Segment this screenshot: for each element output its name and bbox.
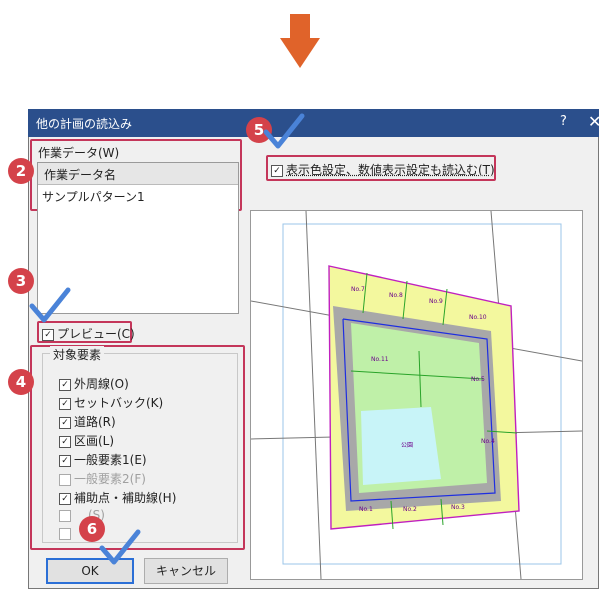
checkbox-auxiliary[interactable]: ✓ 補助点・補助線(H) bbox=[59, 489, 176, 506]
checkbox-icon: ✓ bbox=[59, 397, 71, 410]
dialog-titlebar[interactable]: 他の計画の読込み ? ✕ bbox=[28, 109, 599, 137]
checkbox-icon: ✓ bbox=[59, 454, 71, 467]
lot-label: No.1 bbox=[359, 506, 373, 513]
checkbox-label: 区画(L) bbox=[74, 434, 115, 448]
checkbox-lot[interactable]: ✓ 区画(L) bbox=[59, 432, 114, 449]
checkmark-icon bbox=[99, 529, 141, 565]
lot-label: No.9 bbox=[429, 298, 443, 305]
target-elements-title: 対象要素 bbox=[50, 346, 105, 363]
checkbox-icon bbox=[59, 527, 71, 540]
display-settings-checkbox[interactable]: ✓ 表示色設定、数値表示設定も読込む(T) bbox=[271, 161, 495, 178]
checkbox-general-1[interactable]: ✓ 一般要素1(E) bbox=[59, 451, 147, 468]
checkbox-icon bbox=[59, 473, 71, 486]
work-data-label: 作業データ(W) bbox=[38, 146, 120, 160]
down-arrow-icon bbox=[280, 14, 320, 68]
lot-label: No.10 bbox=[469, 314, 487, 321]
checkbox-label: 外周線(O) bbox=[74, 377, 129, 391]
checkbox-icon: ✓ bbox=[59, 378, 71, 391]
checkbox-label: 道路(R) bbox=[74, 415, 116, 429]
lot-label: No.11 bbox=[371, 356, 389, 363]
checkbox-icon: ✓ bbox=[59, 435, 71, 448]
lot-label: No.4 bbox=[481, 438, 495, 445]
checkbox-icon: ✓ bbox=[271, 164, 283, 177]
checkmark-icon bbox=[263, 113, 305, 149]
callout-badge: 4 bbox=[8, 369, 34, 395]
checkbox-general-2: 一般要素2(F) bbox=[59, 470, 146, 487]
checkbox-label: 一般要素1(E) bbox=[74, 453, 147, 467]
list-item[interactable]: サンプルパターン1 bbox=[38, 186, 238, 206]
help-button[interactable]: ? bbox=[560, 114, 567, 129]
cancel-button[interactable]: キャンセル bbox=[144, 558, 228, 584]
park-label: 公園 bbox=[401, 442, 413, 449]
plan-preview: No.7 No.8 No.9 No.10 No.11 No.5 No.4 No.… bbox=[250, 210, 583, 580]
preview-checkbox[interactable]: ✓ プレビュー(C) bbox=[42, 325, 135, 342]
close-button[interactable]: ✕ bbox=[588, 112, 599, 131]
lot-label: No.2 bbox=[403, 506, 417, 513]
lot-label: No.8 bbox=[389, 292, 403, 299]
checkbox-outline[interactable]: ✓ 外周線(O) bbox=[59, 375, 129, 392]
checkbox-icon: ✓ bbox=[59, 492, 71, 505]
callout-badge: 2 bbox=[8, 158, 34, 184]
display-settings-label: 表示色設定、数値表示設定も読込む(T) bbox=[286, 163, 495, 177]
checkbox-label: 補助点・補助線(H) bbox=[74, 491, 177, 505]
lot-label: No.7 bbox=[351, 286, 365, 293]
checkbox-road[interactable]: ✓ 道路(R) bbox=[59, 413, 116, 430]
checkbox-icon: ✓ bbox=[42, 328, 54, 341]
lot-label: No.3 bbox=[451, 504, 465, 511]
checkbox-icon bbox=[59, 509, 71, 522]
checkmark-icon bbox=[29, 287, 71, 323]
dialog-title: 他の計画の読込み bbox=[36, 117, 133, 131]
lot-label: No.5 bbox=[471, 376, 485, 383]
site-plan-drawing: No.7 No.8 No.9 No.10 No.11 No.5 No.4 No.… bbox=[250, 210, 583, 580]
checkbox-label: 一般要素2(F) bbox=[74, 472, 146, 486]
checkbox-icon: ✓ bbox=[59, 416, 71, 429]
checkbox-setback[interactable]: ✓ セットバック(K) bbox=[59, 394, 163, 411]
checkbox-disabled-last bbox=[59, 526, 74, 540]
work-data-column-header[interactable]: 作業データ名 bbox=[38, 163, 238, 185]
checkbox-label: セットバック(K) bbox=[74, 396, 164, 410]
preview-checkbox-label: プレビュー(C) bbox=[57, 327, 135, 341]
